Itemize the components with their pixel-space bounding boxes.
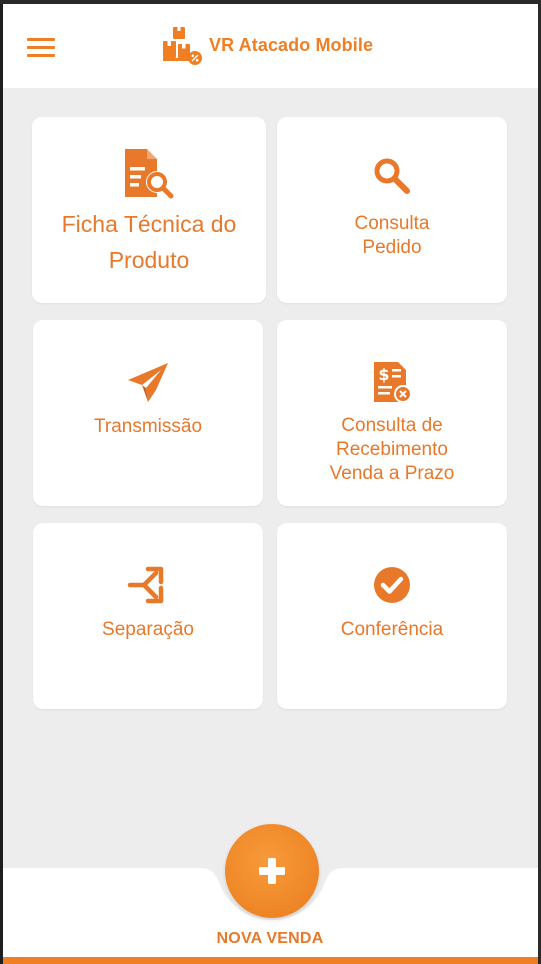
app-title: VR Atacado Mobile [209,34,374,55]
tile-transmissao[interactable]: Transmissão [33,320,263,506]
check-circle-icon [374,567,410,603]
tile-label: Consulta Pedido [354,213,430,258]
tile-separacao[interactable]: Separação [33,523,263,709]
hamburger-menu-icon[interactable] [27,32,63,62]
nova-venda-button[interactable] [225,824,319,918]
app-screen: VR Atacado Mobile Ficha Técnica do Produ… [3,4,538,964]
tile-label: Transmissão [93,416,203,437]
tile-label: Conferência [340,619,444,640]
magnifier-icon [374,158,410,194]
app-brand: VR Atacado Mobile [161,24,373,66]
tile-consulta-recebimento[interactable]: $ Consulta de Recebimento Venda a Prazo [277,320,507,506]
plus-icon [259,858,285,884]
split-arrows-icon [127,566,164,604]
app-header: VR Atacado Mobile [3,4,538,88]
bottom-accent-line [3,957,538,964]
invoice-dollar-cancel-icon: $ [374,362,412,403]
nova-venda-label[interactable]: NOVA VENDA [170,930,370,948]
paper-plane-icon [128,363,168,402]
boxes-percent-logo-icon [163,27,202,65]
tile-label: Separação [102,619,194,640]
tile-conferencia[interactable]: Conferência [277,523,507,709]
tile-ficha-tecnica[interactable]: Ficha Técnica do Produto [32,117,266,303]
tile-label: Ficha Técnica do Produto [61,211,237,273]
document-search-icon [125,149,174,199]
svg-text:$: $ [378,365,389,384]
tile-label: Consulta de Recebimento Venda a Prazo [329,415,455,484]
tile-consulta-pedido[interactable]: Consulta Pedido [277,117,507,303]
